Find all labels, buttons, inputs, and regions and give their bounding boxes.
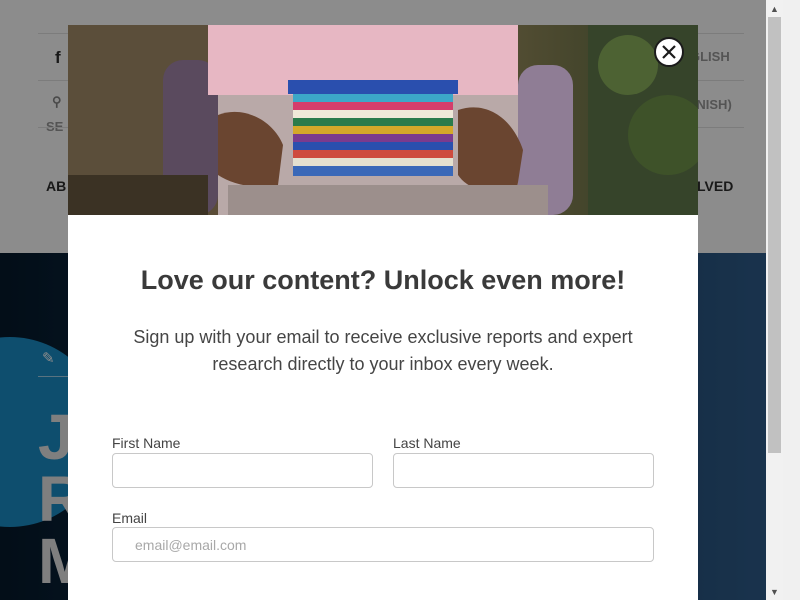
- modal-subtext: Sign up with your email to receive exclu…: [133, 327, 633, 374]
- first-name-field[interactable]: [112, 453, 373, 488]
- modal-hero-photo: [68, 25, 698, 215]
- close-icon: [662, 45, 676, 59]
- newsletter-signup-modal: Love our content? Unlock even more! Sign…: [68, 25, 698, 600]
- scroll-down-arrow-icon[interactable]: ▼: [766, 583, 783, 600]
- scroll-up-arrow-icon[interactable]: ▲: [766, 0, 783, 17]
- last-name-field[interactable]: [393, 453, 654, 488]
- email-label: Email: [112, 510, 148, 526]
- email-field[interactable]: [112, 527, 654, 562]
- modal-headline: Love our content? Unlock even more!: [140, 265, 626, 295]
- last-name-label: Last Name: [393, 435, 461, 451]
- first-name-label: First Name: [112, 435, 181, 451]
- woven-textile-photo: [68, 25, 698, 215]
- close-button[interactable]: [654, 37, 684, 67]
- scrollbar-thumb[interactable]: [768, 17, 781, 453]
